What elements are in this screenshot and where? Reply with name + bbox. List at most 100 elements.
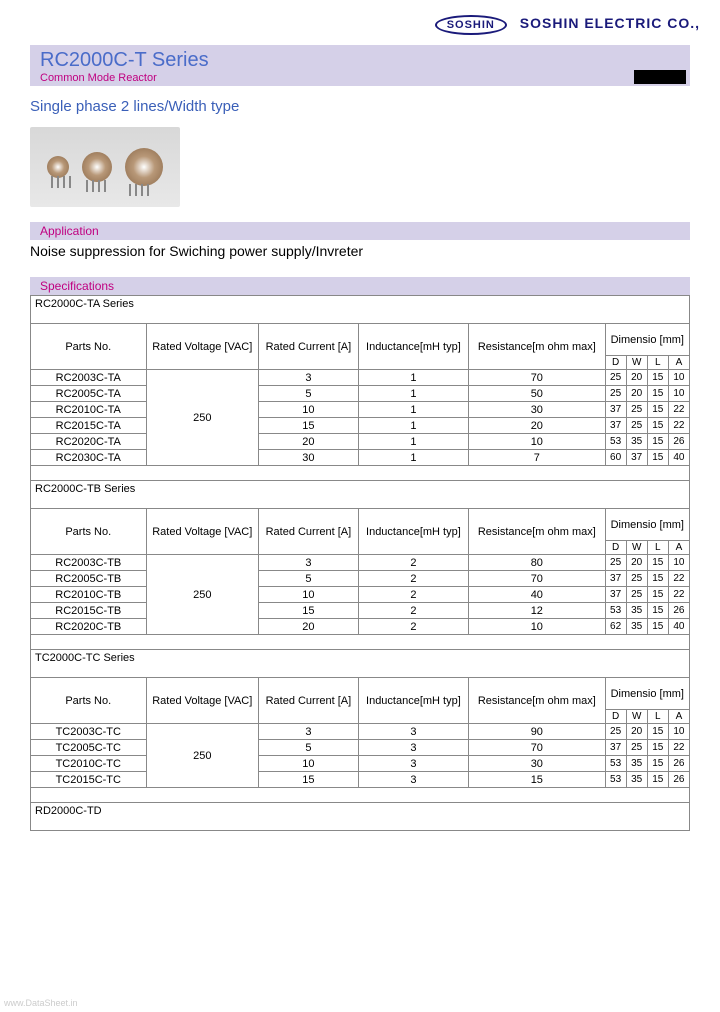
cell: 250 (146, 724, 258, 788)
cell: RC2003C-TA (31, 370, 147, 386)
cell: 15 (647, 418, 668, 434)
cell: RC2015C-TA (31, 418, 147, 434)
cell: RC2005C-TA (31, 386, 147, 402)
table-row: TC2015C-TC1531553351526 (31, 772, 690, 788)
cell: 70 (469, 740, 606, 756)
cell: 35 (626, 619, 647, 635)
spacer (31, 466, 690, 481)
type-description: Single phase 2 lines/Width type (0, 86, 720, 123)
cell: 37 (605, 571, 626, 587)
cell: 3 (259, 724, 359, 740)
cell: 10 (668, 724, 689, 740)
cell: 3 (358, 756, 468, 772)
cell: 90 (469, 724, 606, 740)
cell: 35 (626, 603, 647, 619)
cell: 10 (469, 434, 606, 450)
cell: 15 (647, 370, 668, 386)
dim-header: L (647, 356, 668, 370)
spec-tables: RC2000C-TA SeriesParts No.Rated Voltage … (30, 295, 690, 831)
column-header: Dimensio [mm] (605, 678, 689, 710)
cell: 3 (358, 772, 468, 788)
cell: 15 (647, 450, 668, 466)
dim-header: L (647, 541, 668, 555)
cell: 1 (358, 434, 468, 450)
cell: 5 (259, 386, 359, 402)
table-row: RC2010C-TA1013037251522 (31, 402, 690, 418)
series-label: RD2000C-TD (31, 803, 690, 831)
cell: 20 (626, 555, 647, 571)
cell: 25 (605, 386, 626, 402)
column-header: Rated Voltage [VAC] (146, 509, 258, 555)
series-title: RC2000C-T Series (40, 49, 680, 72)
cell: 5 (259, 740, 359, 756)
cell: 3 (358, 740, 468, 756)
cell: 10 (259, 402, 359, 418)
cell: 5 (259, 571, 359, 587)
cell: 20 (626, 370, 647, 386)
dim-header: L (647, 710, 668, 724)
table-row: TC2005C-TC537037251522 (31, 740, 690, 756)
cell: 22 (668, 402, 689, 418)
cell: 15 (259, 603, 359, 619)
cell: 53 (605, 772, 626, 788)
table-row: RC2003C-TA250317025201510 (31, 370, 690, 386)
dim-header: A (668, 710, 689, 724)
cell: 25 (626, 571, 647, 587)
column-header: Inductance[mH typ] (358, 678, 468, 724)
cell: 15 (647, 740, 668, 756)
cell: 53 (605, 603, 626, 619)
cell: 3 (259, 370, 359, 386)
cell: 3 (259, 555, 359, 571)
cell: 26 (668, 772, 689, 788)
cell: 10 (259, 587, 359, 603)
company-header: SOSHIN SOSHIN ELECTRIC CO., (0, 0, 720, 45)
cell: 22 (668, 740, 689, 756)
cell: 25 (626, 740, 647, 756)
cell: RC2010C-TA (31, 402, 147, 418)
dim-header: A (668, 541, 689, 555)
cell: 12 (469, 603, 606, 619)
column-header: Parts No. (31, 324, 147, 370)
cell: 15 (647, 603, 668, 619)
table-row: RC2030C-TA301760371540 (31, 450, 690, 466)
cell: 20 (259, 434, 359, 450)
cell: TC2015C-TC (31, 772, 147, 788)
cell: 40 (469, 587, 606, 603)
cell: 37 (605, 587, 626, 603)
cell: 35 (626, 434, 647, 450)
cell: 20 (626, 724, 647, 740)
cell: 15 (647, 619, 668, 635)
dim-header: D (605, 356, 626, 370)
column-header: Inductance[mH typ] (358, 509, 468, 555)
cell: 30 (469, 756, 606, 772)
cell: 15 (259, 772, 359, 788)
cell: 37 (605, 402, 626, 418)
cell: 10 (259, 756, 359, 772)
table-row: RC2015C-TA1512037251522 (31, 418, 690, 434)
watermark: www.DataSheet.in (4, 998, 78, 1008)
cell: RC2010C-TB (31, 587, 147, 603)
table-row: TC2003C-TC250339025201510 (31, 724, 690, 740)
cell: 2 (358, 587, 468, 603)
cell: 1 (358, 450, 468, 466)
product-image (30, 127, 180, 207)
title-bar: RC2000C-T Series Common Mode Reactor (30, 45, 690, 86)
cell: 60 (605, 450, 626, 466)
cell: 15 (647, 386, 668, 402)
cell: 15 (647, 756, 668, 772)
black-box-decoration (634, 70, 686, 84)
column-header: Resistance[m ohm max] (469, 324, 606, 370)
column-header: Dimensio [mm] (605, 324, 689, 356)
cell: 1 (358, 386, 468, 402)
cell: 62 (605, 619, 626, 635)
table-row: RC2005C-TB527037251522 (31, 571, 690, 587)
series-label: TC2000C-TC Series (31, 650, 690, 678)
cell: 15 (259, 418, 359, 434)
cell: 80 (469, 555, 606, 571)
cell: 30 (259, 450, 359, 466)
cell: 15 (469, 772, 606, 788)
cell: RC2020C-TB (31, 619, 147, 635)
dim-header: D (605, 541, 626, 555)
cell: 2 (358, 619, 468, 635)
cell: 2 (358, 603, 468, 619)
